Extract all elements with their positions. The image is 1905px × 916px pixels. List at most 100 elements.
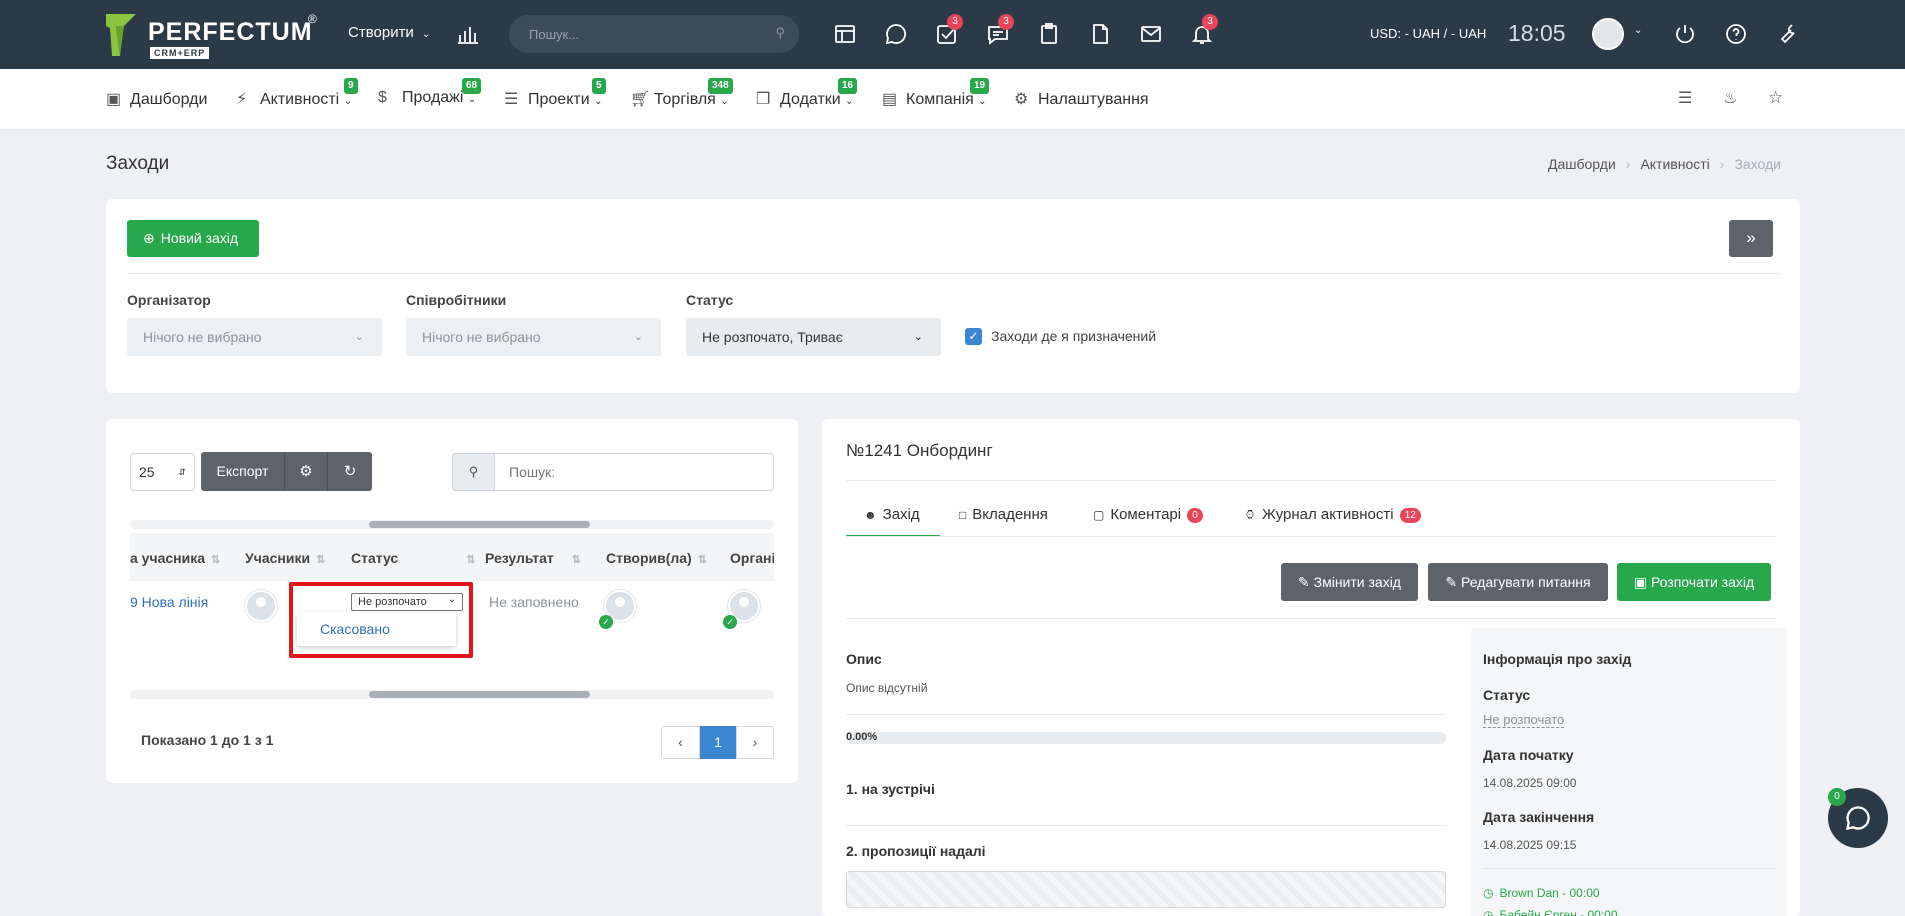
top-search-input[interactable] (509, 15, 749, 53)
expand-filters-button[interactable]: » (1729, 220, 1773, 257)
status-option-cancelled[interactable]: Скасовано (320, 621, 390, 637)
tab-comments[interactable]: ▢ Коментарі 0 (1093, 506, 1203, 523)
top-bar: PERFECTUM ® CRM+ERP Створити ⌄ ⚲ 3 3 3 U… (0, 0, 1905, 69)
layers-icon[interactable]: ☰ (1678, 88, 1700, 110)
tab-event[interactable]: ☻ Захід (864, 506, 920, 523)
horizontal-scrollbar-top[interactable] (130, 520, 774, 529)
breadcrumb-item[interactable]: Дашборди (1548, 156, 1616, 172)
column-header-organizer[interactable]: Органі (730, 550, 774, 566)
nav-label: Проекти (528, 91, 590, 108)
chat-icon[interactable] (884, 22, 908, 46)
nav-item-company[interactable]: ▤ Компанія ⌄ 19 (882, 78, 990, 109)
kanban-icon[interactable] (833, 22, 857, 46)
tab-label: Вкладення (972, 506, 1048, 523)
column-header-created-by[interactable]: Створив(ла) ⇅ (606, 550, 707, 566)
chevron-down-icon: ⌄ (633, 331, 643, 343)
info-status-value[interactable]: Не розпочато (1483, 712, 1565, 728)
chevron-down-icon: ⌄ (913, 331, 923, 343)
assigned-checkbox[interactable]: ✓ (965, 328, 982, 345)
pagination-page[interactable]: 1 (700, 726, 736, 759)
start-event-button[interactable]: ▣ Розпочати захід (1617, 563, 1771, 601)
question-item: 1. на зустрічі (846, 781, 935, 797)
participant-type-link[interactable]: 9 Нова лінія (130, 594, 208, 610)
help-icon[interactable] (1724, 22, 1748, 46)
status-dropdown[interactable]: Не розпочато ⌄ (351, 593, 463, 611)
wrench-icon[interactable] (1775, 22, 1799, 46)
divider (846, 714, 1446, 715)
column-header-participant-type[interactable]: а учасника ⇅ (130, 550, 220, 566)
participant-avatar[interactable] (245, 590, 277, 622)
briefcase-icon: ▤ (882, 91, 898, 108)
create-menu-button[interactable]: Створити ⌄ (348, 24, 430, 41)
table-search-input[interactable] (494, 453, 774, 491)
nav-item-addons[interactable]: ❐ Додатки ⌄ 16 (756, 78, 858, 109)
tab-attachments[interactable]: □ Вкладення (959, 506, 1048, 523)
nav-item-dashboards[interactable]: ▣ Дашборди (106, 89, 207, 109)
logo-text[interactable]: PERFECTUM (148, 18, 313, 47)
page-size-select[interactable]: 25 ⇵ (130, 453, 195, 491)
tasks-icon[interactable]: 3 (935, 14, 963, 46)
fire-icon[interactable]: ♨ (1723, 88, 1745, 110)
create-label: Створити (348, 24, 414, 41)
divider (846, 825, 1446, 826)
assigned-checkbox-label[interactable]: Заходи де я призначений (991, 328, 1156, 344)
power-icon[interactable] (1673, 22, 1697, 46)
nav-label: Продажі (402, 89, 464, 106)
logo-icon[interactable] (106, 14, 136, 56)
new-event-button[interactable]: ⊕ Новий захід (127, 220, 259, 257)
participant-label: Brown Dan - 00:00 (1499, 886, 1600, 900)
clock-icon: ◷ (1483, 886, 1494, 900)
organizer-label: Організатор (127, 292, 211, 308)
clipboard-icon[interactable] (1037, 22, 1061, 46)
calendar-icon: ▣ (1633, 574, 1648, 590)
nav-item-settings[interactable]: ⚙ Налаштування (1014, 89, 1149, 109)
pagination-prev[interactable]: ‹ (661, 726, 700, 759)
export-button[interactable]: Експорт (201, 452, 285, 491)
column-header-status[interactable]: Статус ⇅ (351, 550, 475, 566)
star-icon[interactable]: ☆ (1768, 88, 1790, 110)
status-dropdown-value: Не розпочато (358, 596, 427, 608)
user-avatar[interactable] (1592, 18, 1624, 50)
chevron-down-icon: ⌄ (845, 96, 854, 107)
horizontal-scrollbar-bottom[interactable] (130, 690, 774, 699)
nav-item-trade[interactable]: 🛒︎ Торгівля ⌄ 348 (630, 78, 733, 109)
status-select[interactable]: Не розпочато, Триває ⌄ (686, 318, 941, 356)
breadcrumb-separator: › (1625, 156, 1631, 172)
cart-icon: 🛒︎ (630, 91, 651, 108)
search-icon: ⚲ (452, 453, 495, 491)
column-header-participants[interactable]: Учасники ⇅ (245, 550, 325, 566)
sort-icon: ⇅ (697, 554, 707, 566)
tab-activity-log[interactable]: ⌚︎ Журнал активності 12 (1244, 506, 1421, 524)
tab-badge: 0 (1187, 507, 1203, 523)
button-label: Змінити захід (1313, 574, 1401, 590)
refresh-icon[interactable]: ↻ (328, 452, 372, 491)
messages-icon[interactable]: 3 (986, 14, 1014, 46)
column-header-result[interactable]: Результат ⇅ (485, 550, 581, 566)
change-event-button[interactable]: ✎ Змінити захід (1281, 563, 1418, 601)
bell-icon[interactable]: 3 (1190, 14, 1218, 46)
nav-item-projects[interactable]: ☰ Проекти ⌄ 5 (504, 78, 606, 109)
breadcrumb-item[interactable]: Активності (1640, 156, 1709, 172)
top-search[interactable]: ⚲ (509, 15, 799, 53)
nav-item-activities[interactable]: ⚡︎ Активності ⌄ 9 (236, 78, 358, 109)
chevron-down-icon: ⌄ (978, 96, 987, 107)
description-text: Опис відсутній (846, 681, 928, 695)
organizer-select[interactable]: Нічого не вибрано ⌄ (127, 318, 382, 356)
chevron-down-icon[interactable]: ⌄ (1634, 25, 1642, 36)
document-icon[interactable] (1088, 22, 1112, 46)
employees-select[interactable]: Нічого не вибрано ⌄ (406, 318, 661, 356)
stats-icon[interactable] (456, 22, 480, 46)
table-info: Показано 1 до 1 з 1 (141, 732, 274, 748)
search-icon[interactable]: ⚲ (775, 25, 785, 41)
scrollbar-thumb[interactable] (369, 691, 590, 698)
nav-badge: 68 (462, 78, 482, 94)
nav-item-sales[interactable]: $ Продажі ⌄ 68 (378, 78, 482, 107)
scrollbar-thumb[interactable] (369, 521, 590, 528)
mail-icon[interactable] (1139, 22, 1163, 46)
chat-widget-button[interactable]: 0 (1828, 788, 1888, 848)
gear-icon[interactable]: ⚙ (285, 452, 328, 491)
tab-label: Журнал активності (1262, 506, 1394, 523)
edit-questions-button[interactable]: ✎ Редагувати питання (1428, 563, 1608, 601)
pagination-next[interactable]: › (736, 726, 774, 759)
answer-field[interactable] (846, 871, 1446, 908)
